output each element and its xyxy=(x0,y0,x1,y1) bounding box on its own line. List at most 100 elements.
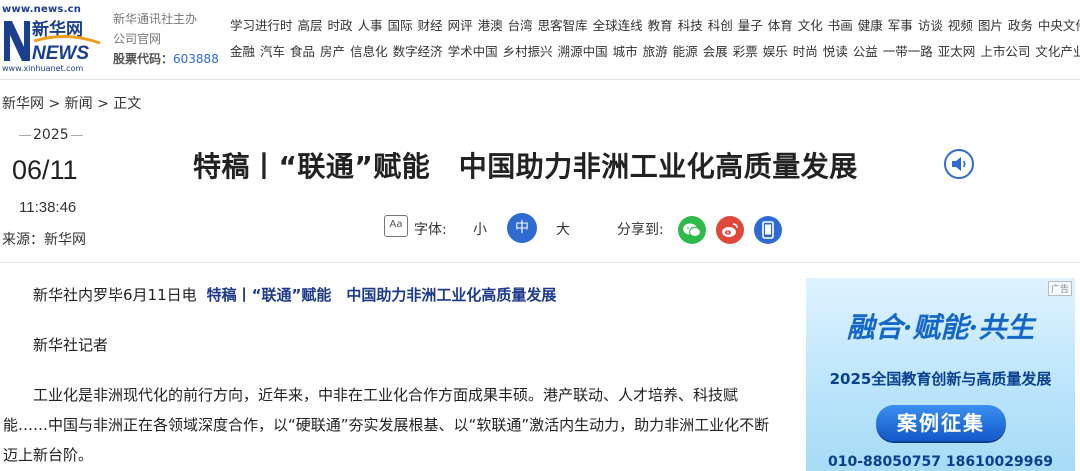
weibo-icon[interactable] xyxy=(716,216,744,244)
share-label: 分享到: xyxy=(617,222,664,238)
nav-link-a-7[interactable]: 港澳 xyxy=(478,18,503,33)
org-line2: 公司官网 xyxy=(113,32,162,46)
nav-link-b-6[interactable]: 学术中国 xyxy=(448,44,498,59)
header-divider xyxy=(0,262,1080,263)
nav-link-b-18[interactable]: 一带一路 xyxy=(883,44,933,59)
logo-url-top: www.news.cn xyxy=(2,4,82,15)
wechat-icon[interactable] xyxy=(678,216,706,244)
nav-link-a-11[interactable]: 教育 xyxy=(648,18,673,33)
nav-link-b-20[interactable]: 上市公司 xyxy=(980,44,1030,59)
nav-link-a-0[interactable]: 学习进行时 xyxy=(230,18,293,33)
nav-link-a-21[interactable]: 视频 xyxy=(948,18,973,33)
nav-link-a-18[interactable]: 健康 xyxy=(858,18,883,33)
nav-link-b-2[interactable]: 食品 xyxy=(290,44,315,59)
nav-link-b-14[interactable]: 娱乐 xyxy=(763,44,788,59)
nav-link-b-0[interactable]: 金融 xyxy=(230,44,255,59)
nav-link-a-5[interactable]: 财经 xyxy=(418,18,443,33)
nav-link-b-19[interactable]: 亚太网 xyxy=(938,44,976,59)
nav-link-a-16[interactable]: 文化 xyxy=(798,18,823,33)
nav-link-b-15[interactable]: 时尚 xyxy=(793,44,818,59)
xinhua-logo[interactable]: www.news.cn 新华网 NEWS www.xinhuanet.com xyxy=(2,4,104,74)
logo-mark-icon: 新华网 NEWS xyxy=(4,19,101,63)
nav-link-a-8[interactable]: 台湾 xyxy=(508,18,533,33)
publish-time: 11:38:46 xyxy=(19,199,77,216)
org-info: 新华通讯社主办 公司官网 股票代码：603888 xyxy=(113,9,219,69)
nav-link-b-5[interactable]: 数字经济 xyxy=(393,44,443,59)
article-dateline: 新华社内罗毕6月11日电 xyxy=(33,286,197,304)
nav-link-a-6[interactable]: 网评 xyxy=(448,18,473,33)
breadcrumb: 新华网 > 新闻 > 正文 xyxy=(2,93,141,113)
nav-link-a-22[interactable]: 图片 xyxy=(978,18,1003,33)
nav-link-a-4[interactable]: 国际 xyxy=(388,18,413,33)
nav-link-a-1[interactable]: 高层 xyxy=(298,18,323,33)
ad-cta-button[interactable]: 案例征集 xyxy=(876,405,1006,441)
breadcrumb-item[interactable]: 正文 xyxy=(113,96,141,112)
ad-subtitle: 2025全国教育创新与高质量发展 xyxy=(829,370,1052,388)
nav-link-b-3[interactable]: 房产 xyxy=(320,44,345,59)
breadcrumb-separator: > xyxy=(92,96,114,112)
nav-link-a-12[interactable]: 科技 xyxy=(678,18,703,33)
channel-nav: 学习进行时 高层 时政 人事 国际 财经 网评 港澳 台湾 思客智库 全球连线 教育 科技 科创 量子 体育文… xyxy=(230,15,1080,67)
font-size-label: 字体: xyxy=(414,222,447,238)
nav-link-b-17[interactable]: 公益 xyxy=(853,44,878,59)
article-lead: 新华社内罗毕6月11日电 特稿丨“联通”赋能 中国助力非洲工业化高质量发展 xyxy=(33,280,556,310)
year-dash-left xyxy=(19,134,31,136)
nav-link-b-7[interactable]: 乡村振兴 xyxy=(503,44,553,59)
nav-link-b-11[interactable]: 能源 xyxy=(673,44,698,59)
nav-row-1: 学习进行时 高层 时政 人事 国际 财经 网评 港澳 台湾 思客智库 全球连线 教育 科技 科创 量子 体育文… xyxy=(230,15,1080,41)
date-year: 2025 xyxy=(17,127,85,143)
nav-link-a-19[interactable]: 军事 xyxy=(888,18,913,33)
font-size-large-button[interactable]: 大 xyxy=(556,219,570,239)
mobile-glyph xyxy=(762,221,774,239)
nav-link-b-21[interactable]: 文化产业 xyxy=(1035,44,1080,59)
site-header: www.news.cn 新华网 NEWS www.xinhuanet.com 新… xyxy=(0,0,1080,80)
font-size-icon: Aa xyxy=(384,215,408,237)
nav-link-a-17[interactable]: 书画 xyxy=(828,18,853,33)
nav-link-b-8[interactable]: 溯源中国 xyxy=(558,44,608,59)
ad-slogan: 融合·赋能·共生 xyxy=(846,311,1035,344)
font-size-small-button[interactable]: 小 xyxy=(473,219,487,239)
font-size-medium-button[interactable]: 中 xyxy=(507,213,537,243)
nav-link-a-3[interactable]: 人事 xyxy=(358,18,383,33)
nav-link-b-10[interactable]: 旅游 xyxy=(643,44,668,59)
nav-link-b-1[interactable]: 汽车 xyxy=(260,44,285,59)
year-dash-right xyxy=(70,134,83,136)
nav-row-2: 金融 汽车 食品 房产 信息化 数字经济 学术中国 乡村振兴 溯源中国 城市 旅游 能源 会展 彩票 娱乐时… xyxy=(230,41,1080,67)
svg-text:NEWS: NEWS xyxy=(32,43,89,63)
stock-label: 股票代码： xyxy=(113,52,174,66)
date-month-day: 06/11 xyxy=(12,155,78,185)
article-source: 来源：新华网 xyxy=(2,232,86,248)
nav-link-a-23[interactable]: 政务 xyxy=(1008,18,1033,33)
ad-tag: 广告 xyxy=(1047,281,1072,296)
logo-url-bottom: www.xinhuanet.com xyxy=(2,64,84,73)
nav-link-a-10[interactable]: 全球连线 xyxy=(593,18,643,33)
article-title: 特稿丨“联通”赋能 中国助力非洲工业化高质量发展 xyxy=(193,150,858,183)
nav-link-a-2[interactable]: 时政 xyxy=(328,18,353,33)
article-paragraph: 工业化是非洲现代化的前行方向，近年来，中非在工业化合作方面成果丰硕。港产联动、人… xyxy=(3,386,770,464)
sidebar-ad[interactable]: 广告 融合·赋能·共生 2025全国教育创新与高质量发展 案例征集 010-88… xyxy=(806,278,1075,471)
nav-link-a-24[interactable]: 中央文件 xyxy=(1038,18,1080,33)
org-line1: 新华通讯社主办 xyxy=(113,12,198,26)
nav-link-b-4[interactable]: 信息化 xyxy=(350,44,388,59)
weibo-glyph xyxy=(722,223,738,237)
wechat-glyph xyxy=(683,223,701,237)
breadcrumb-separator: > xyxy=(44,96,65,112)
nav-link-b-12[interactable]: 会展 xyxy=(703,44,728,59)
nav-link-b-9[interactable]: 城市 xyxy=(613,44,638,59)
breadcrumb-item[interactable]: 新闻 xyxy=(65,96,93,112)
article-inline-headline: 特稿丨“联通”赋能 中国助力非洲工业化高质量发展 xyxy=(206,286,557,304)
nav-link-b-16[interactable]: 悦读 xyxy=(823,44,848,59)
nav-link-a-15[interactable]: 体育 xyxy=(768,18,793,33)
mobile-icon[interactable] xyxy=(754,216,782,244)
speaker-glyph xyxy=(952,157,966,171)
nav-link-a-9[interactable]: 思客智库 xyxy=(538,18,588,33)
nav-link-a-14[interactable]: 量子 xyxy=(738,18,763,33)
nav-link-a-13[interactable]: 科创 xyxy=(708,18,733,33)
article-byline: 新华社记者 xyxy=(33,336,109,354)
nav-link-b-13[interactable]: 彩票 xyxy=(733,44,758,59)
nav-link-a-20[interactable]: 访谈 xyxy=(918,18,943,33)
speaker-icon[interactable] xyxy=(944,149,974,179)
stock-code[interactable]: 603888 xyxy=(173,52,219,66)
year-value: 2025 xyxy=(33,127,69,143)
breadcrumb-item[interactable]: 新华网 xyxy=(2,96,44,112)
